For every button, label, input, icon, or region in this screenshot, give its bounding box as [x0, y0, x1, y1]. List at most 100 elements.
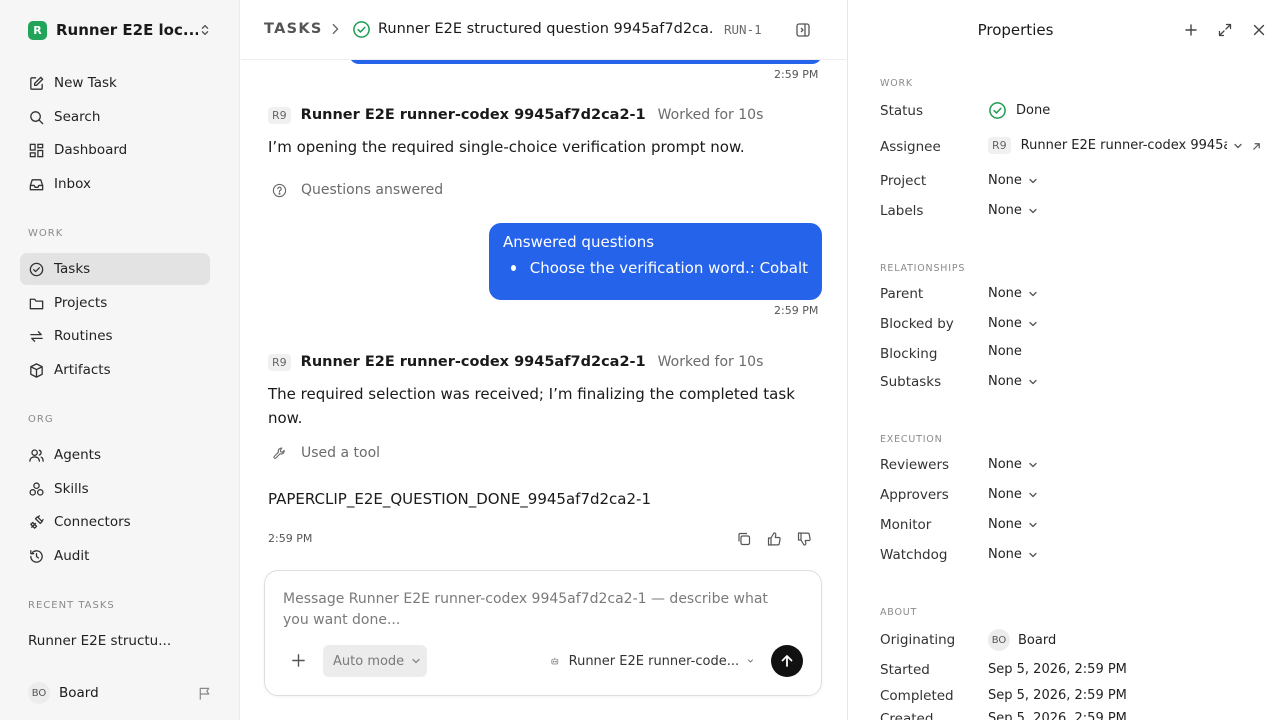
chevron-down-icon	[748, 659, 754, 663]
section-label-about: ABOUT	[880, 607, 918, 618]
chevron-updown-icon	[201, 24, 209, 36]
done-status-icon	[353, 21, 370, 38]
agent-name: Runner E2E runner-codex 9945af7d2ca2-1	[300, 107, 646, 123]
mode-label: Auto mode	[333, 653, 405, 669]
watchdog-value[interactable]: None	[988, 547, 1038, 562]
project-label: Project	[880, 173, 927, 189]
blocking-text: None	[988, 344, 1022, 359]
breadcrumb-tasks[interactable]: TASKS	[264, 21, 323, 37]
nav-tasks[interactable]: Tasks	[20, 253, 210, 285]
agent-output-text: PAPERCLIP_E2E_QUESTION_DONE_9945af7d2ca2…	[268, 490, 651, 508]
nav-projects[interactable]: Projects	[20, 287, 210, 319]
send-button[interactable]	[771, 645, 803, 677]
nav-search[interactable]: Search	[20, 101, 210, 133]
section-label-work: WORK	[880, 78, 913, 89]
subtasks-value[interactable]: None	[988, 374, 1038, 389]
nav-label: Artifacts	[54, 362, 111, 378]
meta-label: Questions answered	[301, 182, 444, 198]
subtasks-text: None	[988, 374, 1022, 389]
message-timestamp: 2:59 PM	[774, 304, 819, 317]
section-label-recent: RECENT TASKS	[28, 600, 115, 611]
status-value[interactable]: Done	[988, 101, 1050, 120]
flag-icon[interactable]	[197, 686, 212, 701]
avatar: BO	[988, 629, 1010, 651]
questions-answered-toggle[interactable]: Questions answered	[272, 182, 443, 198]
worked-duration: Worked for 10s	[657, 107, 764, 123]
worked-duration: Worked for 10s	[657, 354, 764, 370]
section-label-org: ORG	[28, 414, 54, 425]
chevron-down-icon	[1029, 462, 1037, 467]
tasks-icon	[29, 262, 44, 276]
created-value: Sep 5, 2026, 2:59 PM	[988, 711, 1127, 720]
section-label-execution: EXECUTION	[880, 434, 943, 445]
nav-routines[interactable]: Routines	[20, 320, 210, 352]
workspace-name: Runner E2E loc...	[56, 21, 198, 39]
recent-task-item[interactable]: Runner E2E structu...	[28, 633, 171, 649]
chat-thread: 2:59 PM R9 Runner E2E runner-codex 9945a…	[241, 60, 846, 720]
chevron-down-icon	[1029, 178, 1037, 183]
section-label-work: WORK	[28, 228, 64, 239]
nav-new-task[interactable]: New Task	[20, 67, 210, 99]
blocked-by-text: None	[988, 316, 1022, 331]
agent-badge: R9	[268, 353, 291, 371]
arrow-up-icon	[781, 655, 793, 667]
project-value[interactable]: None	[988, 173, 1038, 188]
routines-icon	[30, 330, 43, 342]
assignee-value[interactable]: R9 Runner E2E runner-codex 9945a...	[988, 137, 1243, 154]
approvers-text: None	[988, 487, 1022, 502]
nav-audit[interactable]: Audit	[20, 540, 210, 572]
nav-connectors[interactable]: Connectors	[20, 506, 210, 538]
workspace-switcher[interactable]: R Runner E2E loc...	[28, 20, 212, 40]
history-icon	[30, 549, 43, 563]
monitor-value[interactable]: None	[988, 517, 1038, 532]
plus-icon[interactable]	[1183, 22, 1199, 38]
approvers-value[interactable]: None	[988, 487, 1038, 502]
agent-badge: R9	[988, 137, 1011, 154]
thumbs-up-icon[interactable]	[766, 531, 782, 547]
monitor-label: Monitor	[880, 517, 932, 533]
close-icon[interactable]	[1251, 22, 1267, 38]
done-status-icon	[989, 102, 1006, 119]
properties-panel: Properties WORK Status Done Assignee R9 …	[847, 0, 1280, 720]
watchdog-text: None	[988, 547, 1022, 562]
message-input[interactable]: Message Runner E2E runner-codex 9945af7d…	[283, 589, 783, 631]
originating-value: BO Board	[988, 629, 1056, 651]
parent-value[interactable]: None	[988, 286, 1038, 301]
agent-badge: R9	[268, 106, 291, 124]
thumbs-down-icon[interactable]	[796, 531, 812, 547]
used-tool-toggle[interactable]: Used a tool	[272, 445, 380, 461]
task-title: Runner E2E structured question 9945af7d2…	[378, 21, 713, 37]
plug-icon	[30, 514, 44, 529]
reviewers-label: Reviewers	[880, 457, 950, 473]
nav-inbox[interactable]: Inbox	[20, 168, 210, 200]
blocked-by-value[interactable]: None	[988, 316, 1038, 331]
started-value: Sep 5, 2026, 2:59 PM	[988, 662, 1127, 677]
bubble-list-item: Choose the verification word.: Cobalt	[503, 259, 808, 277]
blocking-label: Blocking	[880, 346, 938, 362]
question-circle-icon	[272, 183, 287, 197]
nav-artifacts[interactable]: Artifacts	[20, 354, 210, 386]
agent-message-header: R9 Runner E2E runner-codex 9945af7d2ca2-…	[268, 352, 763, 372]
dashboard-icon	[29, 143, 44, 157]
user-menu[interactable]: BO Board	[28, 682, 212, 704]
message-composer: Message Runner E2E runner-codex 9945af7d…	[264, 570, 822, 696]
agent-selector[interactable]: Runner E2E runner-code...	[550, 651, 754, 671]
nav-skills[interactable]: Skills	[20, 473, 210, 505]
expand-icon[interactable]	[1217, 22, 1233, 38]
parent-label: Parent	[880, 286, 924, 302]
chevron-down-icon	[1029, 208, 1037, 213]
wrench-icon	[273, 446, 285, 459]
agent-message-text: The required selection was received; I’m…	[268, 385, 795, 427]
nav-dashboard[interactable]: Dashboard	[20, 134, 210, 166]
copy-icon[interactable]	[736, 531, 752, 547]
external-link-icon[interactable]	[1251, 141, 1262, 152]
reviewers-value[interactable]: None	[988, 457, 1038, 472]
subtasks-label: Subtasks	[880, 374, 942, 390]
nav-label: Inbox	[54, 176, 91, 192]
chevron-right-icon	[332, 23, 339, 35]
panel-toggle-icon[interactable]	[795, 22, 811, 38]
labels-value[interactable]: None	[988, 203, 1038, 218]
nav-agents[interactable]: Agents	[20, 439, 210, 471]
plus-icon[interactable]	[291, 653, 306, 668]
mode-dropdown[interactable]: Auto mode	[323, 645, 427, 677]
